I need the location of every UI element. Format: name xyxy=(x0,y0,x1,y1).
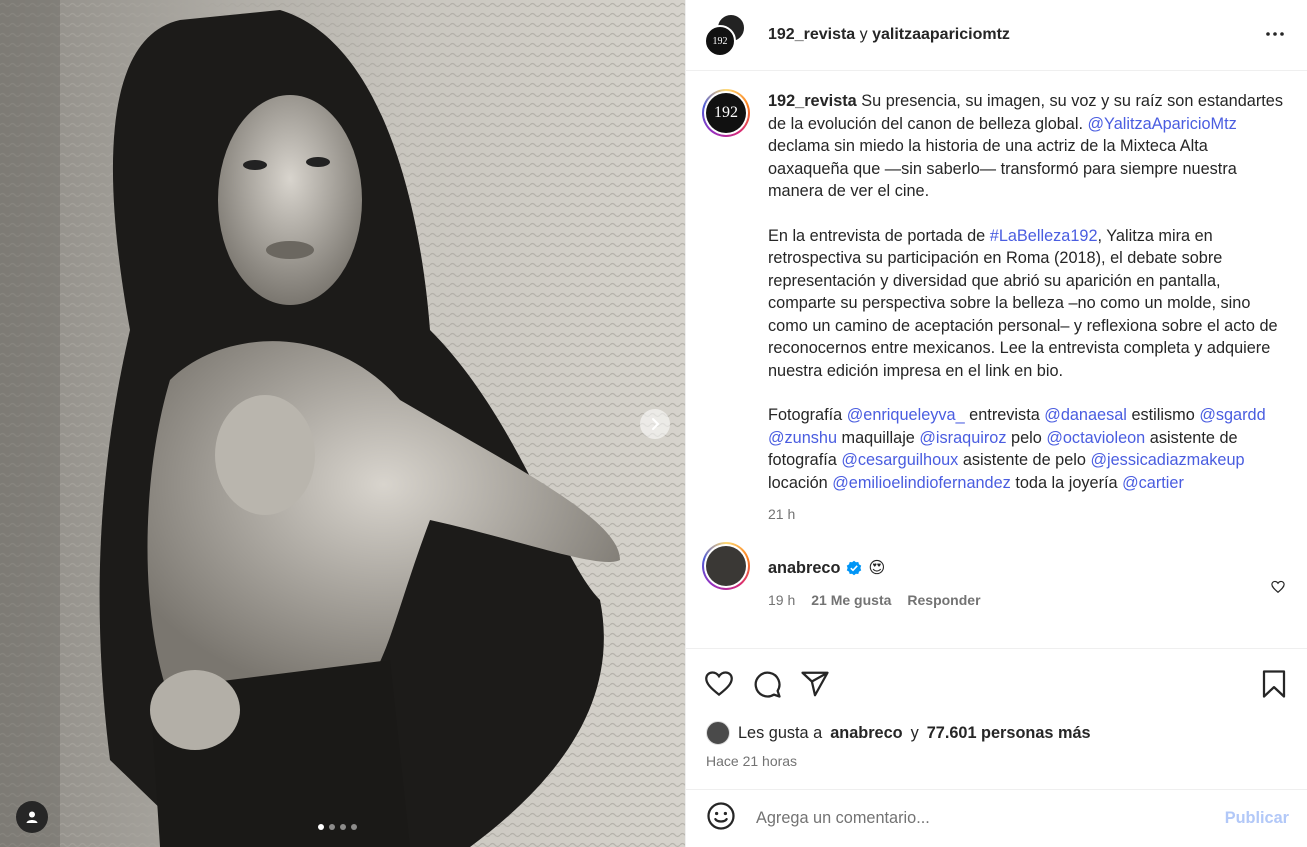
save-button[interactable] xyxy=(1259,669,1289,704)
mention-link[interactable]: @YalitzaAparicioMtz xyxy=(1088,115,1237,133)
mention-link[interactable]: @jessicadiazmakeup xyxy=(1090,451,1244,469)
likes-count[interactable]: 77.601 personas más xyxy=(927,724,1091,743)
user-tag-icon xyxy=(26,811,38,823)
liker-username[interactable]: anabreco xyxy=(830,724,902,743)
carousel-dot xyxy=(351,824,357,830)
caption-text-segment: En la entrevista de portada de xyxy=(768,226,990,245)
share-icon xyxy=(801,671,829,697)
more-options-button[interactable] xyxy=(1265,24,1285,49)
mention-link[interactable]: @danaesal xyxy=(1044,406,1127,424)
comment-line: anabreco 😍 xyxy=(768,558,1291,578)
mention-link[interactable]: @octavioleon xyxy=(1046,429,1145,447)
carousel-indicator xyxy=(318,824,357,830)
caption-text: 192_revista Su presencia, su imagen, su … xyxy=(768,90,1288,494)
collab-usernames: 192_revista y yalitzaapariciomtz xyxy=(768,26,1010,44)
mention-link[interactable]: @cartier xyxy=(1122,474,1184,492)
likes-summary: Les gusta a anabreco y 77.601 personas m… xyxy=(706,721,1091,745)
add-comment-bar: Publicar xyxy=(686,789,1307,847)
collab-avatars[interactable]: 192 xyxy=(704,13,748,57)
comment-input[interactable] xyxy=(756,809,1196,828)
carousel-dot xyxy=(318,824,324,830)
post-actions: Les gusta a anabreco y 77.601 personas m… xyxy=(686,648,1307,778)
caption-text-segment: , Yalitza mira en retrospectiva su parti… xyxy=(768,226,1278,380)
comment-icon xyxy=(754,671,781,698)
caption-credits: Fotografía @enriqueleyva_ entrevista @da… xyxy=(768,404,1288,494)
publish-button[interactable]: Publicar xyxy=(1225,809,1289,828)
hashtag-link[interactable]: #LaBelleza192 xyxy=(990,227,1098,245)
comment-like-button[interactable] xyxy=(1271,580,1285,599)
comment-meta: 19 h 21 Me gusta Responder xyxy=(768,592,1291,608)
caption-time[interactable]: 21 h xyxy=(768,506,1291,522)
caption-text-segment: estilismo xyxy=(1126,406,1200,424)
post-media[interactable] xyxy=(0,0,685,847)
carousel-dot xyxy=(329,824,335,830)
next-slide-button[interactable] xyxy=(640,409,670,439)
comment-text: 😍 xyxy=(868,559,886,577)
more-icon xyxy=(1266,32,1284,36)
caption-username[interactable]: 192_revista xyxy=(768,92,857,110)
mention-link[interactable]: @cesarguilhoux xyxy=(841,451,958,469)
comment-item: anabreco 😍 19 h 21 Me gusta Responder xyxy=(686,522,1307,608)
share-button[interactable] xyxy=(800,669,830,704)
comments-area[interactable]: 192 192_revista Su presencia, su imagen,… xyxy=(686,72,1307,648)
caption-text-segment: pelo xyxy=(1006,428,1047,447)
caption-text-segment: entrevista xyxy=(964,406,1045,424)
bookmark-icon xyxy=(1262,670,1286,698)
emoji-icon xyxy=(707,802,735,830)
post-panel: 192 192_revista y yalitzaapariciomtz 192… xyxy=(685,0,1307,847)
comment-time[interactable]: 19 h xyxy=(768,592,795,608)
carousel-dot xyxy=(340,824,346,830)
emoji-button[interactable] xyxy=(706,801,736,836)
reply-button[interactable]: Responder xyxy=(907,592,980,608)
post-photo xyxy=(0,0,685,847)
heart-icon xyxy=(1271,580,1285,594)
username-link[interactable]: yalitzaapariciomtz xyxy=(872,26,1010,43)
caption-text-segment: declama sin miedo la historia de una act… xyxy=(768,137,1237,200)
caption-text-segment: asistente de pelo xyxy=(958,451,1091,469)
avatar[interactable] xyxy=(706,721,730,745)
caption: 192 192_revista Su presencia, su imagen,… xyxy=(686,72,1307,522)
avatar[interactable] xyxy=(702,542,750,590)
caption-text-segment: locación xyxy=(768,473,833,492)
joiner-text: y xyxy=(859,26,868,43)
mention-link[interactable]: @emilioelindiofernandez xyxy=(832,474,1011,492)
comment-button[interactable] xyxy=(752,669,782,704)
username-link[interactable]: 192_revista xyxy=(768,26,855,43)
post-time[interactable]: Hace 21 horas xyxy=(706,753,797,769)
mention-link[interactable]: @zunshu xyxy=(768,429,837,447)
heart-icon xyxy=(705,671,733,697)
verified-icon xyxy=(847,560,862,576)
caption-text-segment: maquillaje xyxy=(837,428,920,447)
mention-link[interactable]: @israquiroz xyxy=(919,429,1006,447)
likes-prefix: Les gusta a xyxy=(738,723,823,742)
avatar[interactable]: 192 xyxy=(704,25,736,57)
comment-likes[interactable]: 21 Me gusta xyxy=(811,592,891,608)
chevron-right-icon xyxy=(652,418,660,430)
like-button[interactable] xyxy=(704,669,734,704)
post-header: 192 192_revista y yalitzaapariciomtz xyxy=(686,0,1307,71)
caption-text-segment: Fotografía xyxy=(768,406,847,424)
comment-username[interactable]: anabreco xyxy=(768,559,840,578)
avatar[interactable]: 192 xyxy=(702,89,750,137)
likes-joiner: y xyxy=(910,723,919,742)
mention-link[interactable]: @sgardd xyxy=(1199,406,1265,424)
mention-link[interactable]: @enriqueleyva_ xyxy=(847,406,965,424)
caption-text-segment: toda la joyería xyxy=(1010,473,1123,492)
tagged-users-button[interactable] xyxy=(16,801,48,833)
